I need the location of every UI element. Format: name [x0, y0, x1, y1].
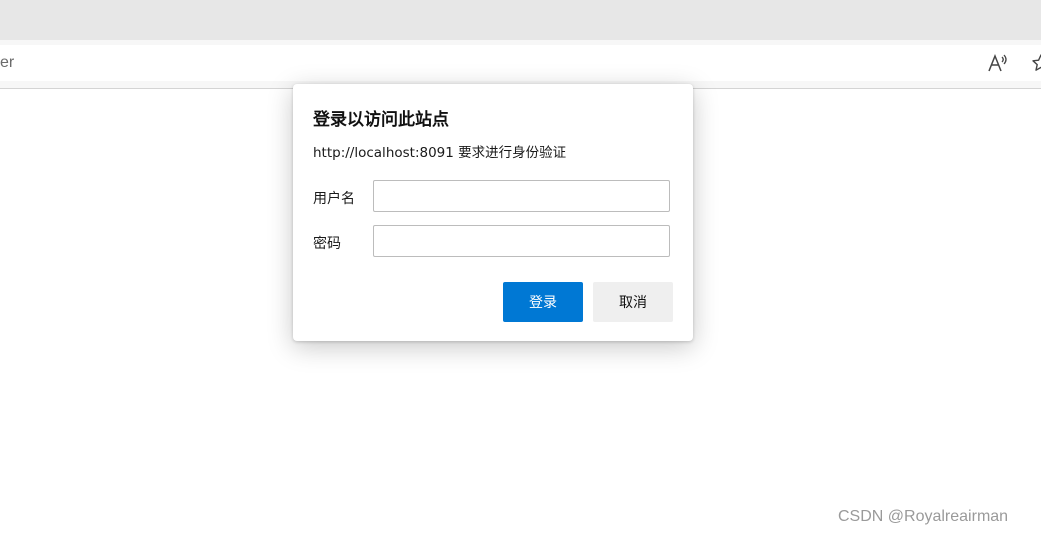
dialog-title: 登录以访问此站点	[313, 110, 449, 130]
browser-toolbar: er	[0, 40, 1041, 89]
address-bar[interactable]: er	[0, 45, 1041, 81]
login-button[interactable]: 登录	[503, 282, 583, 322]
watermark: CSDN @Royalreairman	[838, 508, 1009, 525]
password-label: 密码	[313, 236, 341, 252]
favorites-star-icon[interactable]	[1028, 50, 1041, 76]
dialog-subtitle: http://localhost:8091 要求进行身份验证	[313, 145, 567, 161]
auth-dialog: 登录以访问此站点 http://localhost:8091 要求进行身份验证 …	[293, 84, 693, 341]
password-input[interactable]	[373, 225, 670, 257]
address-text: er	[0, 54, 15, 71]
read-aloud-icon[interactable]	[985, 50, 1011, 76]
browser-tab-strip	[0, 0, 1041, 40]
username-input[interactable]	[373, 180, 670, 212]
cancel-button[interactable]: 取消	[593, 282, 673, 322]
username-label: 用户名	[313, 191, 355, 207]
